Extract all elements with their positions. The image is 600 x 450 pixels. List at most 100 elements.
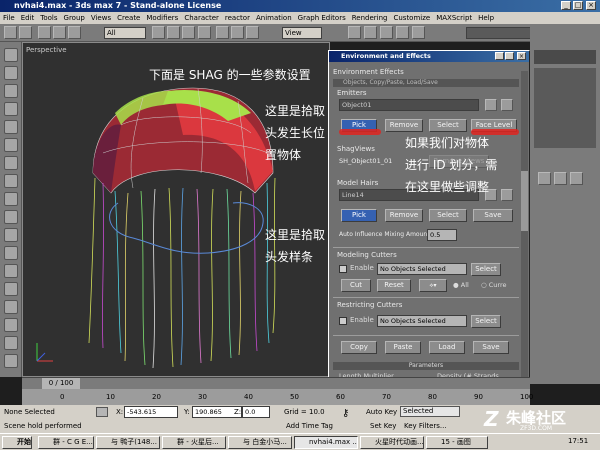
dialog-tab-label[interactable]: Environment Effects: [333, 68, 404, 76]
percent-snap-icon[interactable]: [396, 26, 409, 39]
model-hairs-view-icon[interactable]: [501, 189, 513, 201]
model-hairs-pick-button[interactable]: Pick: [341, 209, 377, 222]
selection-filter-dropdown[interactable]: All: [104, 27, 146, 39]
redo-icon[interactable]: [19, 26, 32, 39]
tool-icon-8[interactable]: [4, 174, 18, 188]
tool-icon-14[interactable]: [4, 282, 18, 296]
taskbar-task-6[interactable]: 火星时代动画...: [360, 436, 424, 449]
tool-icon-13[interactable]: [4, 264, 18, 278]
pin-stack-icon[interactable]: [538, 172, 551, 185]
undo-icon[interactable]: [4, 26, 17, 39]
z-coordinate-field[interactable]: 0.0: [242, 406, 270, 418]
paste-button[interactable]: Paste: [385, 341, 421, 354]
maximize-button[interactable]: □: [573, 1, 583, 10]
cut-current-radio[interactable]: ○ Curre: [481, 281, 507, 289]
auto-key-button[interactable]: Auto Key: [366, 408, 397, 416]
cut-direction-dropdown[interactable]: ⟡▾: [419, 279, 447, 292]
dialog-scrollbar-thumb[interactable]: [521, 171, 528, 231]
command-panel-list[interactable]: [534, 68, 596, 148]
restricting-cutters-object-field[interactable]: No Objects Selected: [377, 315, 467, 327]
taskbar-task-1[interactable]: 群 - C G E...: [38, 436, 94, 449]
minimize-button[interactable]: _: [561, 1, 571, 10]
menu-item-modifiers[interactable]: Modifiers: [143, 12, 181, 24]
reference-coordinate-dropdown[interactable]: View: [282, 27, 322, 39]
parameters-rollout-header[interactable]: Parameters: [333, 362, 519, 370]
select-scale-icon[interactable]: [246, 26, 259, 39]
emitter-select-button[interactable]: Select: [429, 119, 467, 132]
tool-icon-15[interactable]: [4, 300, 18, 314]
menu-item-reactor[interactable]: reactor: [222, 12, 253, 24]
save-button[interactable]: Save: [473, 341, 509, 354]
region-select-icon[interactable]: [182, 26, 195, 39]
taskbar-task-5[interactable]: nvhai4.max ...: [294, 436, 358, 449]
menu-item-rendering[interactable]: Rendering: [349, 12, 391, 24]
tool-icon-9[interactable]: [4, 192, 18, 206]
cut-button[interactable]: Cut: [341, 279, 371, 292]
menu-item-views[interactable]: Views: [88, 12, 114, 24]
model-hairs-save-button[interactable]: Save: [473, 209, 513, 222]
angle-snap-icon[interactable]: [380, 26, 393, 39]
menu-item-character[interactable]: Character: [181, 12, 222, 24]
window-crossing-icon[interactable]: [198, 26, 211, 39]
lock-selection-icon[interactable]: [96, 407, 108, 417]
named-selection-set-dropdown[interactable]: [466, 27, 532, 39]
modeling-cutters-enable-checkbox[interactable]: [339, 265, 347, 273]
dialog-minimize-button[interactable]: [495, 52, 504, 60]
select-by-name-icon[interactable]: [167, 26, 180, 39]
select-object-icon[interactable]: [152, 26, 165, 39]
spinner-snap-icon[interactable]: [412, 26, 425, 39]
taskbar-task-2[interactable]: 与 鸭子(148...: [96, 436, 160, 449]
select-rotate-icon[interactable]: [231, 26, 244, 39]
tool-icon-5[interactable]: [4, 120, 18, 134]
restricting-cutters-select-button[interactable]: Select: [471, 315, 501, 328]
mixing-amount-input[interactable]: 0.5: [427, 229, 457, 241]
start-button[interactable]: 开始: [2, 436, 32, 449]
menu-item-create[interactable]: Create: [114, 12, 143, 24]
tool-icon-12[interactable]: [4, 246, 18, 260]
select-move-icon[interactable]: [216, 26, 229, 39]
close-button[interactable]: ×: [586, 1, 596, 10]
tool-icon-2[interactable]: [4, 66, 18, 80]
link-icon[interactable]: [38, 26, 51, 39]
tool-icon-1[interactable]: [4, 48, 18, 62]
tool-icon-17[interactable]: [4, 336, 18, 350]
x-coordinate-field[interactable]: -543.615: [124, 406, 178, 418]
key-mode-dropdown[interactable]: Selected: [400, 406, 460, 417]
command-panel-tabs[interactable]: [534, 50, 596, 64]
taskbar-task-7[interactable]: 15 - 画图: [426, 436, 488, 449]
dialog-scrollbar[interactable]: [521, 71, 528, 383]
tool-icon-16[interactable]: [4, 318, 18, 332]
pivot-icon[interactable]: [348, 26, 361, 39]
rollout-objects-header[interactable]: Objects, Copy/Paste, Load/Save: [333, 79, 519, 87]
menu-item-help[interactable]: Help: [475, 12, 497, 24]
dialog-close-button[interactable]: ×: [517, 52, 526, 60]
time-slider[interactable]: 0 / 100: [22, 377, 530, 389]
restricting-cutters-enable-checkbox[interactable]: [339, 317, 347, 325]
tool-icon-3[interactable]: [4, 84, 18, 98]
dialog-maximize-button[interactable]: [505, 52, 514, 60]
menu-item-maxscript[interactable]: MAXScript: [433, 12, 475, 24]
menu-item-tools[interactable]: Tools: [37, 12, 60, 24]
track-bar[interactable]: 0 10 20 30 40 50 60 70 80 90 100: [22, 389, 533, 405]
tool-icon-10[interactable]: [4, 210, 18, 224]
reset-button[interactable]: Reset: [377, 279, 411, 292]
model-hairs-remove-button[interactable]: Remove: [385, 209, 423, 222]
perspective-viewport[interactable]: Perspective 下面是 SHAG 的一些参数设置 这里是拾取 头发生长位…: [22, 42, 330, 377]
model-hairs-select-button[interactable]: Select: [429, 209, 467, 222]
bind-space-warp-icon[interactable]: [68, 26, 81, 39]
show-end-result-icon[interactable]: [554, 172, 567, 185]
emitter-remove-button[interactable]: Remove: [385, 119, 423, 132]
cut-all-radio[interactable]: ● All: [453, 281, 469, 289]
menu-item-animation[interactable]: Animation: [253, 12, 295, 24]
shagviews-value[interactable]: SH_Object01_01: [339, 157, 392, 165]
unlink-icon[interactable]: [53, 26, 66, 39]
set-key-button[interactable]: Set Key: [370, 422, 396, 430]
menu-item-file[interactable]: File: [0, 12, 18, 24]
modeling-cutters-object-field[interactable]: No Objects Selected: [377, 263, 467, 275]
key-filters-button[interactable]: Key Filters...: [404, 422, 447, 430]
taskbar-task-3[interactable]: 群 - 火星后...: [162, 436, 226, 449]
time-slider-thumb[interactable]: 0 / 100: [42, 378, 80, 389]
menu-item-group[interactable]: Group: [61, 12, 88, 24]
emitter-view-icon[interactable]: [501, 99, 513, 111]
tool-icon-11[interactable]: [4, 228, 18, 242]
